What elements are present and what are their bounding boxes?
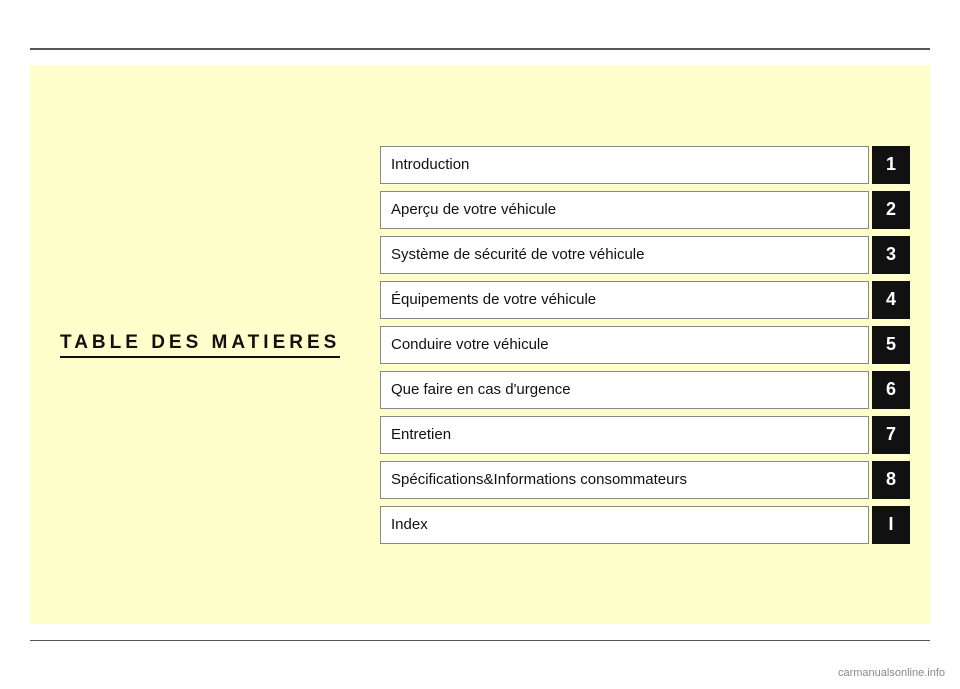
toc-item-number: 4 (872, 281, 910, 319)
main-content-area: TABLE DES MATIERES Introduction1Aperçu d… (30, 65, 930, 624)
toc-row[interactable]: Système de sécurité de votre véhicule3 (380, 236, 910, 274)
watermark: carmanualsonline.info (838, 667, 945, 679)
left-panel: TABLE DES MATIERES (30, 332, 370, 358)
top-divider (30, 48, 930, 50)
toc-item-label: Conduire votre véhicule (380, 326, 869, 364)
toc-row[interactable]: Introduction1 (380, 146, 910, 184)
toc-list: Introduction1Aperçu de votre véhicule2Sy… (370, 126, 930, 564)
toc-row[interactable]: Aperçu de votre véhicule2 (380, 191, 910, 229)
toc-row[interactable]: Spécifications&Informations consommateur… (380, 461, 910, 499)
toc-item-number: 5 (872, 326, 910, 364)
toc-item-number: 3 (872, 236, 910, 274)
toc-row[interactable]: Entretien7 (380, 416, 910, 454)
table-of-contents-title: TABLE DES MATIERES (60, 332, 340, 358)
toc-item-number: I (872, 506, 910, 544)
toc-item-label: Que faire en cas d'urgence (380, 371, 869, 409)
toc-row[interactable]: Conduire votre véhicule5 (380, 326, 910, 364)
toc-item-label: Système de sécurité de votre véhicule (380, 236, 869, 274)
toc-row[interactable]: Que faire en cas d'urgence6 (380, 371, 910, 409)
toc-item-number: 8 (872, 461, 910, 499)
bottom-divider (30, 640, 930, 642)
toc-row[interactable]: IndexI (380, 506, 910, 544)
toc-item-label: Index (380, 506, 869, 544)
toc-item-number: 1 (872, 146, 910, 184)
toc-row[interactable]: Équipements de votre véhicule4 (380, 281, 910, 319)
toc-item-label: Équipements de votre véhicule (380, 281, 869, 319)
toc-item-label: Entretien (380, 416, 869, 454)
toc-item-label: Aperçu de votre véhicule (380, 191, 869, 229)
toc-item-number: 6 (872, 371, 910, 409)
toc-item-number: 7 (872, 416, 910, 454)
toc-item-label: Introduction (380, 146, 869, 184)
toc-item-label: Spécifications&Informations consommateur… (380, 461, 869, 499)
toc-item-number: 2 (872, 191, 910, 229)
